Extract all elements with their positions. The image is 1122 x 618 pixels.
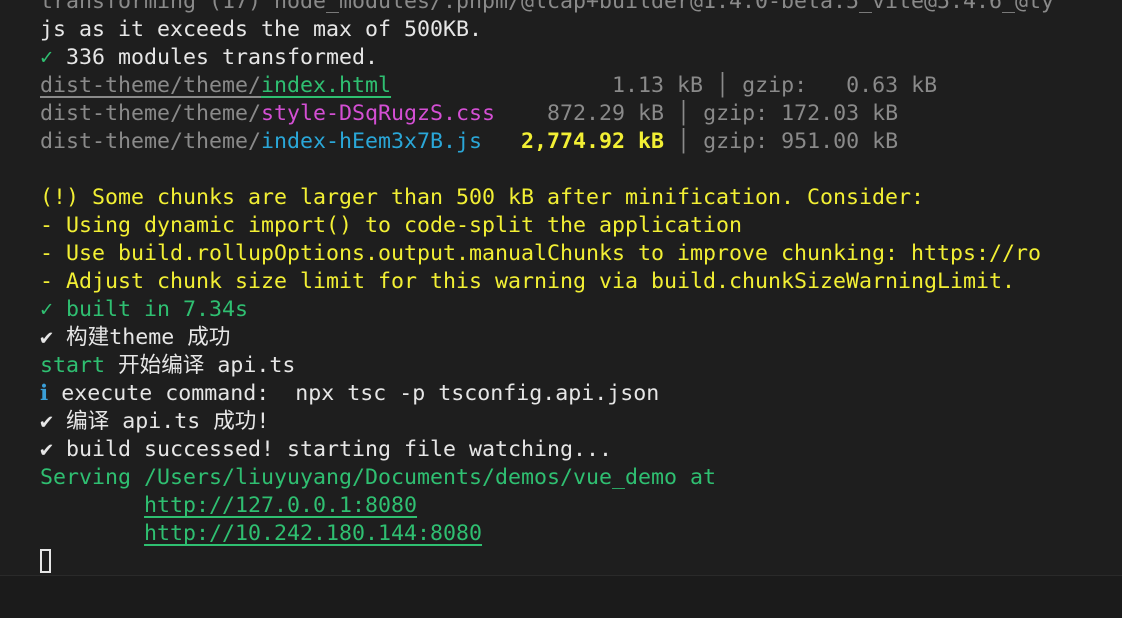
text-cursor: [40, 549, 51, 573]
serving-text: Serving /Users/liuyuyang/Documents/demos…: [40, 465, 717, 490]
prompt-line[interactable]: [40, 548, 1122, 576]
gzip-label: gzip:: [742, 73, 808, 98]
file-size: 2,774.92 kB: [521, 129, 665, 154]
file-size: 872.29 kB: [547, 101, 665, 126]
heavy-check-icon: ✔: [40, 437, 54, 462]
terminal-line: start 开始编译 api.ts: [40, 352, 1122, 380]
warning-text: - Use build.rollupOptions.output.manualC…: [40, 241, 1042, 266]
terminal-line: ✓ 336 modules transformed.: [40, 44, 1122, 72]
gzip-label: gzip:: [703, 101, 769, 126]
terminal-line: ✔ 编译 api.ts 成功!: [40, 408, 1122, 436]
url-line: http://10.242.180.144:8080: [40, 520, 1122, 548]
execute-command: npx tsc -p tsconfig.api.json: [269, 381, 660, 406]
file-name: index.html: [261, 73, 392, 98]
file-dir: dist-theme/theme/: [40, 73, 262, 98]
terminal-line: ℹ execute command: npx tsc -p tsconfig.a…: [40, 380, 1122, 408]
warning-line: (!) Some chunks are larger than 500 kB a…: [40, 184, 1122, 212]
build-text: build successed! starting file watching.…: [53, 437, 613, 462]
check-icon: ✓: [40, 45, 54, 70]
terminal-window[interactable]: transforming (17) node_modules/.pnpm/@lc…: [0, 0, 1122, 618]
file-dir: dist-theme/theme/: [40, 101, 262, 126]
warning-text: (!) Some chunks are larger than 500 kB a…: [40, 185, 925, 210]
file-size: 1.13 kB: [612, 73, 704, 98]
gzip-size: 0.63 kB: [846, 73, 938, 98]
terminal-output: transforming (17) node_modules/.pnpm/@lc…: [40, 0, 1122, 576]
heavy-check-icon: ✔: [40, 409, 54, 434]
warning-line: - Use build.rollupOptions.output.manualC…: [40, 240, 1122, 268]
file-name: style-DSqRugzS.css: [261, 101, 496, 126]
execute-label: execute command:: [48, 381, 270, 406]
file-row: dist-theme/theme/index-hEem3x7B.js 2,774…: [40, 129, 899, 154]
warning-line: - Using dynamic import() to code-split t…: [40, 212, 1122, 240]
gzip-size: 172.03 kB: [781, 101, 899, 126]
modules-text: 336 modules transformed.: [53, 45, 379, 70]
heavy-check-icon: ✔: [40, 325, 54, 350]
terminal-line: ✔ build successed! starting file watchin…: [40, 436, 1122, 464]
start-label: start: [40, 353, 106, 378]
terminal-bottom-area: [0, 575, 1122, 618]
exceeds-text: js as it exceeds the max of 500KB.: [40, 17, 483, 42]
serving-line: Serving /Users/liuyuyang/Documents/demos…: [40, 464, 1122, 492]
start-text: 开始编译 api.ts: [105, 353, 296, 378]
file-row: dist-theme/theme/index.html 1.13 kB │ gz…: [40, 73, 938, 98]
terminal-line: js as it exceeds the max of 500KB.: [40, 16, 1122, 44]
file-name: index-hEem3x7B.js: [261, 129, 483, 154]
compile-text: 编译 api.ts 成功!: [53, 409, 270, 434]
file-dir: dist-theme/theme/: [40, 129, 262, 154]
file-row: dist-theme/theme/style-DSqRugzS.css 872.…: [40, 101, 899, 126]
warning-text: - Using dynamic import() to code-split t…: [40, 213, 743, 238]
terminal-line: ✔ 构建theme 成功: [40, 324, 1122, 352]
gzip-label: gzip:: [703, 129, 769, 154]
info-icon: ℹ: [40, 381, 49, 406]
warning-line: - Adjust chunk size limit for this warni…: [40, 268, 1122, 296]
terminal-line: transforming (17) node_modules/.pnpm/@lc…: [40, 0, 1122, 16]
transforming-text: transforming (17) node_modules/.pnpm/@lc…: [40, 0, 1055, 14]
local-url-link[interactable]: http://127.0.0.1:8080: [144, 493, 417, 518]
theme-success-text: 构建theme 成功: [53, 325, 231, 350]
built-line: ✓ built in 7.34s: [40, 296, 1122, 324]
gzip-size: 951.00 kB: [781, 129, 899, 154]
url-line: http://127.0.0.1:8080: [40, 492, 1122, 520]
built-text: ✓ built in 7.34s: [40, 297, 249, 322]
warning-text: - Adjust chunk size limit for this warni…: [40, 269, 1016, 294]
network-url-link[interactable]: http://10.242.180.144:8080: [144, 521, 482, 546]
